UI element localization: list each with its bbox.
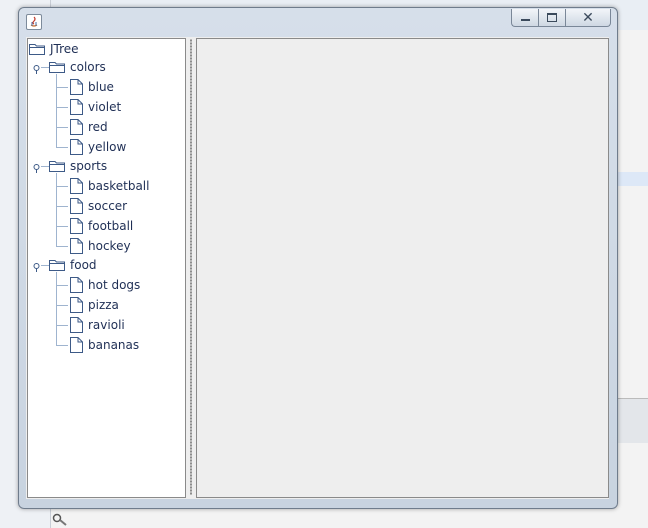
tree-leaf-item[interactable]: bananas (70, 336, 139, 354)
tree-connector-line (41, 166, 49, 167)
file-icon (70, 218, 83, 234)
tree-leaf-item[interactable]: ravioli (70, 316, 125, 334)
tree-leaf-item[interactable]: football (70, 217, 133, 235)
tree-node-label: yellow (88, 140, 127, 154)
tree-connector-line (56, 285, 68, 286)
folder-icon (29, 43, 45, 55)
tree-node-label: ravioli (88, 318, 125, 332)
tree-node-label: food (70, 258, 97, 272)
tree-node-label: violet (88, 100, 122, 114)
expanded-toggle-icon[interactable] (32, 162, 41, 173)
tree-node-label: sports (70, 159, 108, 173)
tree-connector-line (56, 147, 68, 148)
tree-connector-line (56, 206, 68, 207)
file-icon (70, 79, 83, 95)
split-divider[interactable] (187, 37, 195, 499)
tree-connector-line (56, 107, 68, 108)
file-icon (70, 317, 83, 333)
tree-node-label: bananas (88, 338, 140, 352)
divider-grip-icon[interactable] (190, 39, 192, 495)
tree-node-label: colors (70, 60, 106, 74)
tree-connector-line (56, 186, 68, 187)
file-icon (70, 119, 83, 135)
maximize-button[interactable] (538, 9, 565, 27)
tree-connector-line (56, 305, 68, 306)
tree-leaf-item[interactable]: yellow (70, 138, 126, 156)
file-icon (70, 337, 83, 353)
file-icon (70, 297, 83, 313)
tree-node-label: blue (88, 80, 114, 94)
tree-node-label: red (88, 120, 108, 134)
expanded-toggle-icon[interactable] (32, 63, 41, 74)
split-pane: JTree colors blue violet red yellow sports bask… (26, 37, 609, 499)
tree-node-label: basketball (88, 179, 150, 193)
minimize-icon (520, 19, 530, 21)
tree-leaf-item[interactable]: violet (70, 98, 121, 116)
file-icon (70, 238, 83, 254)
tree-connector-line (41, 67, 49, 68)
tree-node-label: pizza (88, 298, 119, 312)
tools-icon (52, 513, 67, 526)
folder-icon (49, 259, 65, 271)
tree-node-label: football (88, 219, 134, 233)
close-icon: ✕ (582, 9, 594, 26)
tree-connector-line (56, 272, 57, 345)
tree-connector-line (41, 265, 49, 266)
background-ide-highlight (614, 172, 648, 186)
tree-leaf-item[interactable]: pizza (70, 296, 119, 314)
tree-connector-line (56, 345, 68, 346)
java-icon[interactable] (26, 14, 42, 30)
tree-node-label: JTree (50, 42, 79, 56)
tree-node-root[interactable]: JTree (29, 40, 79, 58)
folder-icon (49, 160, 65, 172)
file-icon (70, 198, 83, 214)
tree-leaf-item[interactable]: hockey (70, 237, 131, 255)
tree-leaf-item[interactable]: blue (70, 78, 114, 96)
folder-icon (49, 61, 65, 73)
tree-connector-line (56, 325, 68, 326)
file-icon (70, 277, 83, 293)
tree-leaf-item[interactable]: red (70, 118, 108, 136)
tree-node-label: hockey (88, 239, 131, 253)
tree-connector-line (56, 246, 68, 247)
jtree[interactable]: JTree colors blue violet red yellow sports bask… (28, 39, 185, 497)
tree-leaf-item[interactable]: basketball (70, 177, 149, 195)
tree-connector-line (56, 173, 57, 246)
title-bar[interactable]: ✕ (19, 8, 617, 34)
tree-connector-line (56, 226, 68, 227)
tree-leaf-item[interactable]: hot dogs (70, 276, 140, 294)
tree-leaf-item[interactable]: soccer (70, 197, 127, 215)
right-content-pane (196, 38, 609, 498)
tree-node-label: soccer (88, 199, 128, 213)
tree-node-label: hot dogs (88, 278, 141, 292)
expanded-toggle-icon[interactable] (32, 261, 41, 272)
tree-node-sports[interactable]: sports (49, 157, 107, 175)
jtree-dialog-window: ✕ JTree colors blue violet red yellow sports ba… (18, 7, 618, 509)
tree-scroll-pane[interactable]: JTree colors blue violet red yellow sports bask… (27, 38, 186, 498)
tree-connector-line (56, 127, 68, 128)
tree-connector-line (56, 74, 57, 147)
background-ide-panel (614, 398, 648, 443)
close-button[interactable]: ✕ (565, 9, 611, 27)
file-icon (70, 139, 83, 155)
window-controls: ✕ (511, 9, 611, 27)
minimize-button[interactable] (511, 9, 538, 27)
tree-node-colors[interactable]: colors (49, 58, 106, 76)
file-icon (70, 99, 83, 115)
maximize-icon (547, 13, 557, 22)
tree-connector-line (56, 87, 68, 88)
file-icon (70, 178, 83, 194)
